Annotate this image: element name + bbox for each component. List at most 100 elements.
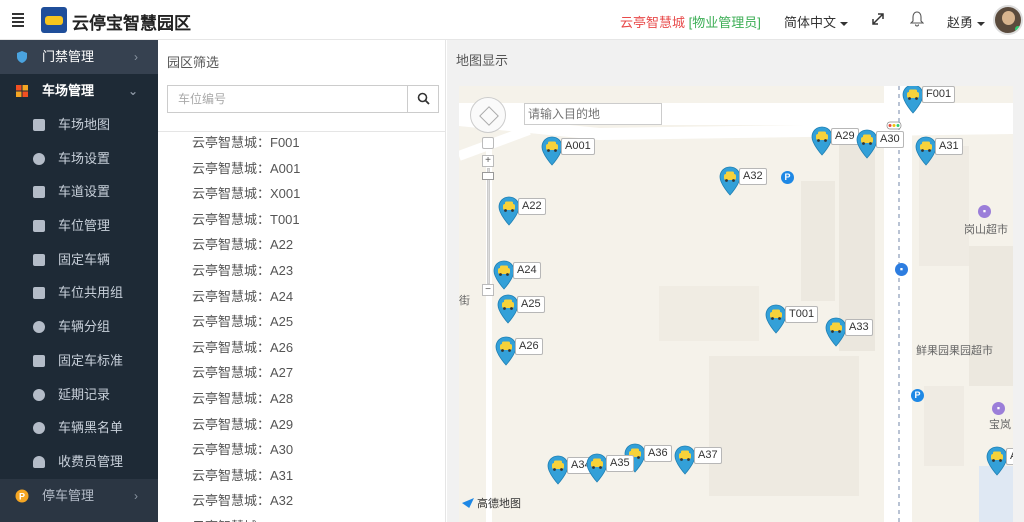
car-icon bbox=[33, 253, 45, 266]
spot-list-item[interactable]: 云亭智慧城：A22 bbox=[158, 232, 446, 258]
language-label: 简体中文 bbox=[784, 15, 837, 30]
zoom-slider-handle[interactable] bbox=[482, 172, 494, 180]
windows-icon bbox=[16, 85, 28, 97]
search-box bbox=[167, 85, 439, 113]
marker-label: A24 bbox=[513, 262, 541, 279]
map-pan-control[interactable] bbox=[470, 97, 506, 133]
columns-icon bbox=[33, 220, 45, 233]
parking-space-marker[interactable]: A33 bbox=[825, 317, 905, 357]
map-brand-logo: 高德地图 bbox=[462, 495, 521, 511]
bell-icon[interactable] bbox=[910, 11, 924, 27]
spot-list-item[interactable]: 云亭智慧城：T001 bbox=[158, 207, 446, 233]
sidebar-item-vehicle-blacklist[interactable]: 车辆黑名单 bbox=[0, 411, 158, 445]
user-name: 赵勇 bbox=[947, 15, 974, 30]
parking-space-marker[interactable]: A25 bbox=[497, 294, 577, 334]
spot-list-item[interactable]: 云亭智慧城：A28 bbox=[158, 386, 446, 412]
marker-label: A37 bbox=[694, 447, 722, 464]
marker-label: F001 bbox=[922, 86, 956, 103]
parking-icon: P bbox=[15, 489, 29, 503]
spot-list-item[interactable]: 云亭智慧城：A23 bbox=[158, 258, 446, 284]
car-pin-icon bbox=[856, 129, 878, 159]
map-label-baolan: 宝岚 bbox=[989, 419, 1011, 431]
car-pin-icon bbox=[915, 136, 937, 166]
spot-list-item[interactable]: 云亭智慧城：A25 bbox=[158, 309, 446, 335]
car-pin-icon bbox=[497, 294, 519, 324]
sidebar-item-label: 固定车标准 bbox=[58, 352, 124, 368]
sidebar-item-fixed-vehicles[interactable]: 固定车辆 bbox=[0, 243, 158, 277]
parking-space-marker[interactable]: A37 bbox=[674, 445, 754, 485]
parking-space-marker[interactable]: A35 bbox=[586, 453, 666, 493]
sidebar-item-space-management[interactable]: 车位管理 bbox=[0, 209, 158, 243]
spot-list-item[interactable]: 云亭智慧城：A31 bbox=[158, 463, 446, 489]
svg-text:P: P bbox=[19, 491, 25, 501]
sidebar-group-parking-lot[interactable]: 车场管理 ⌄ bbox=[0, 74, 158, 108]
sidebar-item-lane-settings[interactable]: 车道设置 bbox=[0, 175, 158, 209]
shop-poi-icon: ▪ bbox=[978, 205, 991, 218]
map[interactable]: + − P P ▪ ▪ ▪ 岗山超市 鲜果园果园超市 宝岚 街 高德地图 F00… bbox=[459, 86, 1013, 522]
map-label-gangshan: 岗山超市 bbox=[964, 224, 1008, 236]
marker-label: T001 bbox=[785, 306, 819, 323]
zoom-in-button[interactable]: + bbox=[482, 155, 494, 167]
spot-list-item[interactable]: 云亭智慧城：A33 bbox=[158, 514, 446, 522]
sidebar-item-parking-map[interactable]: 车场地图 bbox=[0, 108, 158, 142]
search-input[interactable] bbox=[168, 86, 409, 112]
app-title: 云停宝智慧园区 bbox=[72, 14, 191, 33]
parking-space-marker[interactable]: A001 bbox=[541, 136, 621, 176]
marker-label: A bbox=[1006, 448, 1013, 465]
marker-label: A22 bbox=[518, 198, 546, 215]
spot-list-item[interactable]: 云亭智慧城：X001 bbox=[158, 181, 446, 207]
fullscreen-icon[interactable] bbox=[872, 13, 884, 25]
destination-input[interactable] bbox=[524, 103, 662, 125]
car-pin-icon bbox=[495, 336, 517, 366]
parking-space-marker[interactable]: A22 bbox=[498, 196, 578, 236]
spot-list-item[interactable]: 云亭智慧城：A30 bbox=[158, 437, 446, 463]
spot-list-item[interactable]: 云亭智慧城：A24 bbox=[158, 284, 446, 310]
spot-list-item[interactable]: 云亭智慧城：A001 bbox=[158, 156, 446, 182]
ban-icon bbox=[33, 422, 45, 435]
language-selector[interactable]: 简体中文 bbox=[784, 12, 849, 31]
spot-list-item[interactable]: 云亭智慧城：A29 bbox=[158, 412, 446, 438]
sidebar-item-vehicle-groups[interactable]: 车辆分组 bbox=[0, 310, 158, 344]
spot-list-item[interactable]: 云亭智慧城：A26 bbox=[158, 335, 446, 361]
user-menu[interactable]: 赵勇 bbox=[947, 12, 986, 31]
chevron-down-icon bbox=[840, 21, 849, 26]
clock-icon bbox=[33, 388, 45, 401]
sidebar-item-fixed-vehicle-standard[interactable]: 固定车标准 bbox=[0, 344, 158, 378]
cubes-icon bbox=[33, 287, 45, 300]
map-locate-button[interactable] bbox=[482, 137, 494, 149]
filter-panel: 园区筛选 云亭智慧城：F001云亭智慧城：A001云亭智慧城：X001云亭智慧城… bbox=[158, 40, 446, 522]
sidebar-group-label: 车场管理 bbox=[42, 83, 95, 98]
sidebar-group-access-control[interactable]: 门禁管理 › bbox=[0, 40, 158, 74]
sidebar-item-parking-settings[interactable]: 车场设置 bbox=[0, 142, 158, 176]
sidebar-item-label: 车道设置 bbox=[58, 184, 111, 200]
zoom-slider[interactable] bbox=[487, 168, 490, 284]
user-icon bbox=[33, 455, 45, 468]
top-header: 云停宝智慧园区 云亭智慧城 [物业管理员] 简体中文 赵勇 bbox=[0, 0, 1024, 40]
car-pin-icon bbox=[493, 260, 515, 290]
parking-space-marker[interactable]: A26 bbox=[495, 336, 575, 376]
sidebar-item-space-sharing-group[interactable]: 车位共用组 bbox=[0, 276, 158, 310]
car-pin-icon bbox=[902, 86, 924, 114]
search-button[interactable] bbox=[407, 86, 438, 112]
parking-space-marker[interactable]: A31 bbox=[915, 136, 995, 176]
parking-space-marker[interactable]: F001 bbox=[902, 86, 982, 124]
spot-list-item[interactable]: 云亭智慧城：A27 bbox=[158, 360, 446, 386]
menu-toggle-icon[interactable] bbox=[12, 13, 24, 27]
car-pin-icon bbox=[541, 136, 563, 166]
marker-label: A32 bbox=[739, 168, 767, 185]
map-label-xianguoyuan: 鲜果园果园超市 bbox=[916, 345, 993, 357]
parking-space-marker[interactable]: A32 bbox=[719, 166, 799, 206]
sidebar-group-label: 门禁管理 bbox=[42, 49, 95, 64]
spot-list-item[interactable]: 云亭智慧城：F001 bbox=[158, 130, 446, 156]
spot-list-item[interactable]: 云亭智慧城：A32 bbox=[158, 488, 446, 514]
chevron-right-icon: › bbox=[134, 488, 138, 503]
chevron-down-icon: ⌄ bbox=[127, 84, 138, 98]
marker-label: A26 bbox=[515, 338, 543, 355]
avatar[interactable] bbox=[993, 5, 1023, 35]
sidebar-item-cashier-management[interactable]: 收费员管理 bbox=[0, 445, 158, 479]
sidebar-group-parking[interactable]: P 停车管理 › bbox=[0, 478, 158, 513]
filter-panel-title: 园区筛选 bbox=[167, 55, 220, 70]
parking-space-marker[interactable]: A bbox=[986, 446, 1013, 486]
sidebar-item-extension-records[interactable]: 延期记录 bbox=[0, 378, 158, 412]
sidebar-item-label: 车辆分组 bbox=[58, 319, 111, 335]
